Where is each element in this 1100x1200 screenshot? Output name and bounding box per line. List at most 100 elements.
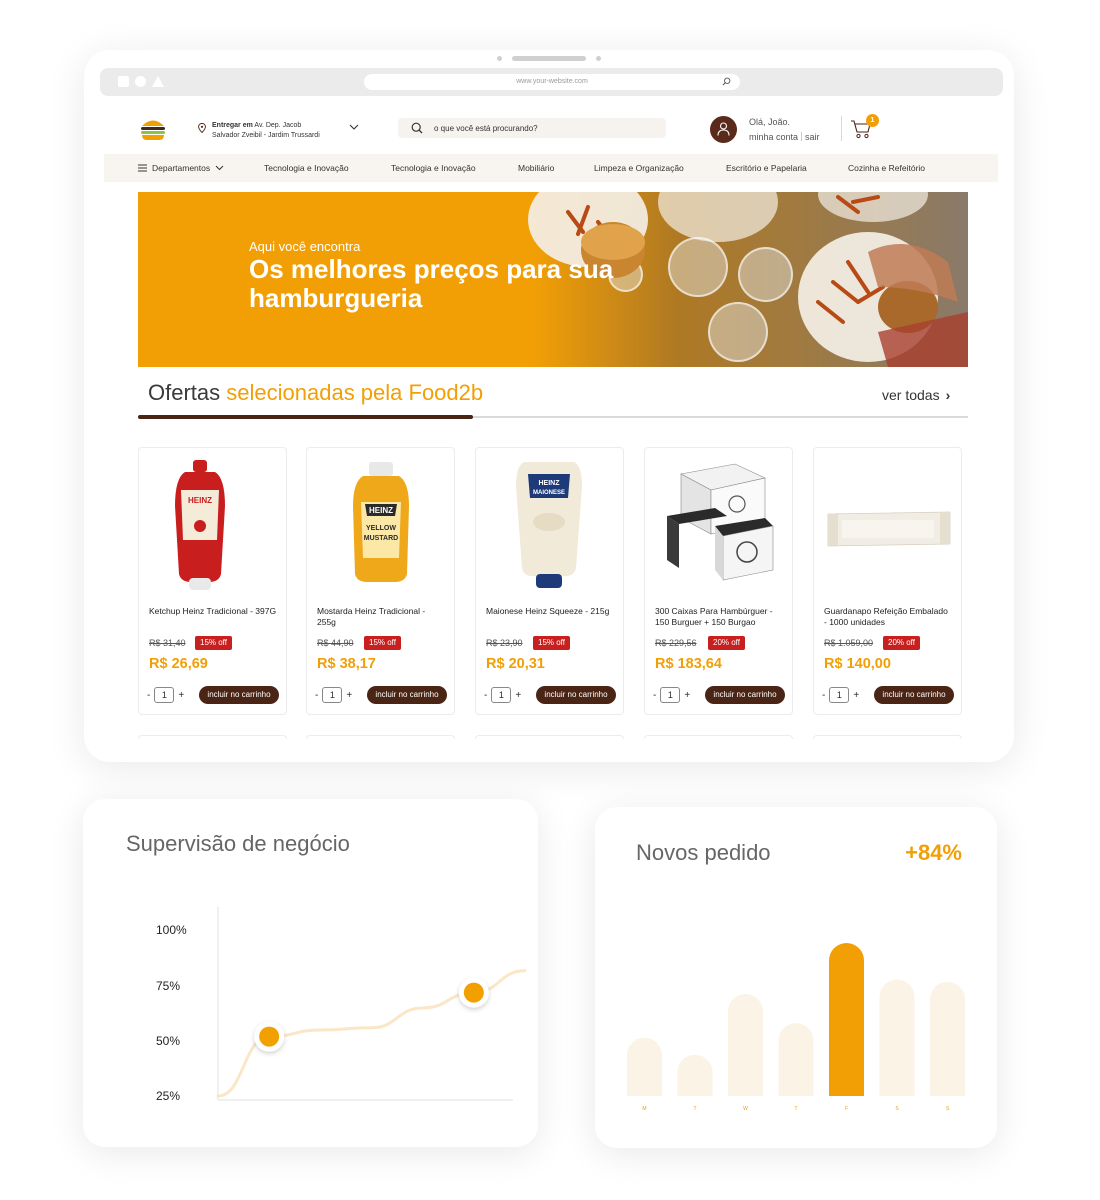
napkin-package-image xyxy=(827,511,951,547)
delivery-address[interactable]: Entregar em Av. Dep. Jacob Salvador Zvei… xyxy=(198,121,359,141)
user-greeting: Olá, João. minha conta sair xyxy=(749,115,820,145)
greeting-text: Olá, João. xyxy=(749,117,791,127)
search-input[interactable] xyxy=(434,121,654,135)
site-header: Entregar em Av. Dep. Jacob Salvador Zvei… xyxy=(104,106,998,154)
nav-item-mobiliario[interactable]: Mobiliário xyxy=(518,163,554,173)
offers-underline xyxy=(138,415,968,419)
logout-link[interactable]: sair xyxy=(805,132,820,142)
quantity-field[interactable]: 1 xyxy=(829,687,850,703)
product-name[interactable]: 300 Caixas Para Hambúrguer - 150 Burguer… xyxy=(655,606,783,628)
quantity-stepper: - 1 + xyxy=(315,687,352,703)
x-tick-label: F xyxy=(845,1106,848,1112)
increment-button[interactable]: + xyxy=(853,690,859,701)
increment-button[interactable]: + xyxy=(515,690,521,701)
chevron-down-icon xyxy=(215,165,224,171)
add-to-cart-button[interactable]: incluir no carrinho xyxy=(536,686,616,704)
address-bar[interactable]: www.your-website.com xyxy=(364,74,740,90)
bar[interactable] xyxy=(930,981,965,1096)
deliver-prefix: Entregar em xyxy=(212,122,253,129)
bar[interactable] xyxy=(879,979,915,1096)
departments-label: Departamentos xyxy=(152,163,211,173)
product-old-price: R$ 1.059,00 xyxy=(824,638,874,648)
svg-text:MUSTARD: MUSTARD xyxy=(364,535,398,542)
add-to-cart-button[interactable]: incluir no carrinho xyxy=(367,686,447,704)
x-tick-label: W xyxy=(743,1106,748,1112)
product-card[interactable]: HEINZ Ketchup Heinz Tradicional - 397G R… xyxy=(138,447,287,715)
avatar[interactable] xyxy=(710,116,737,143)
product-card[interactable]: HEINZ MAIONESE Maionese Heinz Squeeze - … xyxy=(475,447,624,715)
decrement-button[interactable]: - xyxy=(147,690,150,701)
svg-text:HEINZ: HEINZ xyxy=(369,506,393,515)
discount-badge: 20% off xyxy=(883,636,920,650)
bar[interactable] xyxy=(778,1023,814,1096)
departments-menu[interactable]: Departamentos xyxy=(138,163,224,173)
nav-item-limpeza[interactable]: Limpeza e Organização xyxy=(594,163,684,173)
see-all-label: ver todas xyxy=(882,387,940,403)
product-old-price: R$ 44,90 xyxy=(317,638,354,648)
quantity-field[interactable]: 1 xyxy=(154,687,175,703)
product-card[interactable]: Guardanapo Refeição Embalado - 1000 unid… xyxy=(813,447,962,715)
user-icon xyxy=(717,122,730,136)
product-price: R$ 140,00 xyxy=(824,656,891,672)
product-card[interactable]: HEINZ YELLOW MUSTARD Mostarda Heinz Trad… xyxy=(306,447,455,715)
product-price: R$ 26,69 xyxy=(149,656,208,672)
burger-logo-icon[interactable] xyxy=(139,116,167,142)
account-link[interactable]: minha conta xyxy=(749,132,798,142)
search-icon xyxy=(722,77,731,86)
add-to-cart-button[interactable]: incluir no carrinho xyxy=(199,686,279,704)
offers-title-plain: Ofertas xyxy=(148,380,221,405)
product-name[interactable]: Mostarda Heinz Tradicional - 255g xyxy=(317,606,445,628)
nav-item-tecnologia-2[interactable]: Tecnologia e Inovação xyxy=(391,163,476,173)
x-tick-label: M xyxy=(642,1106,646,1112)
increment-button[interactable]: + xyxy=(178,690,184,701)
nav-item-tecnologia[interactable]: Tecnologia e Inovação xyxy=(264,163,349,173)
bar[interactable] xyxy=(627,1037,662,1096)
x-tick-label: S xyxy=(895,1106,899,1112)
window-handle xyxy=(497,56,601,61)
product-old-price: R$ 31,40 xyxy=(149,638,186,648)
add-to-cart-button[interactable]: incluir no carrinho xyxy=(705,686,785,704)
banner-headline: Os melhores preços para sua hamburgueria xyxy=(249,254,614,313)
nav-item-escritorio[interactable]: Escritório e Papelaria xyxy=(726,163,807,173)
chevron-right-icon: › xyxy=(945,387,951,403)
location-pin-icon xyxy=(198,123,206,133)
x-tick-label: S xyxy=(946,1106,950,1112)
quantity-field[interactable]: 1 xyxy=(660,687,681,703)
square-icon xyxy=(118,76,129,87)
cart-count-badge: 1 xyxy=(866,114,879,127)
data-point[interactable] xyxy=(458,977,489,1008)
bar[interactable] xyxy=(677,1054,713,1096)
product-card[interactable]: 300 Caixas Para Hambúrguer - 150 Burguer… xyxy=(644,447,793,715)
product-name[interactable]: Ketchup Heinz Tradicional - 397G xyxy=(149,606,277,617)
chevron-down-icon[interactable] xyxy=(349,123,359,131)
decrement-button[interactable]: - xyxy=(822,690,825,701)
quantity-stepper: - 1 + xyxy=(147,687,184,703)
data-point[interactable] xyxy=(254,1021,285,1052)
x-tick-label: T xyxy=(794,1106,797,1112)
product-card-stub xyxy=(644,735,793,739)
svg-text:HEINZ: HEINZ xyxy=(188,496,212,505)
bar[interactable] xyxy=(728,994,763,1096)
website: Entregar em Av. Dep. Jacob Salvador Zvei… xyxy=(104,106,998,762)
decrement-button[interactable]: - xyxy=(484,690,487,701)
product-name[interactable]: Guardanapo Refeição Embalado - 1000 unid… xyxy=(824,606,952,628)
product-price: R$ 20,31 xyxy=(486,656,545,672)
search-icon[interactable] xyxy=(411,122,423,134)
nav-item-cozinha[interactable]: Cozinha e Refeitório xyxy=(848,163,925,173)
quantity-stepper: - 1 + xyxy=(484,687,521,703)
see-all-link[interactable]: ver todas › xyxy=(882,387,950,403)
increment-button[interactable]: + xyxy=(346,690,352,701)
product-name[interactable]: Maionese Heinz Squeeze - 215g xyxy=(486,606,614,617)
quantity-field[interactable]: 1 xyxy=(322,687,343,703)
svg-text:HEINZ: HEINZ xyxy=(539,480,561,487)
bar[interactable] xyxy=(829,943,864,1096)
search-bar xyxy=(398,118,666,138)
increment-button[interactable]: + xyxy=(684,690,690,701)
url-text: www.your-website.com xyxy=(516,78,588,85)
hero-banner[interactable]: Aqui você encontra Os melhores preços pa… xyxy=(138,192,968,367)
add-to-cart-button[interactable]: incluir no carrinho xyxy=(874,686,954,704)
header-divider xyxy=(841,116,842,141)
quantity-field[interactable]: 1 xyxy=(491,687,512,703)
decrement-button[interactable]: - xyxy=(315,690,318,701)
decrement-button[interactable]: - xyxy=(653,690,656,701)
